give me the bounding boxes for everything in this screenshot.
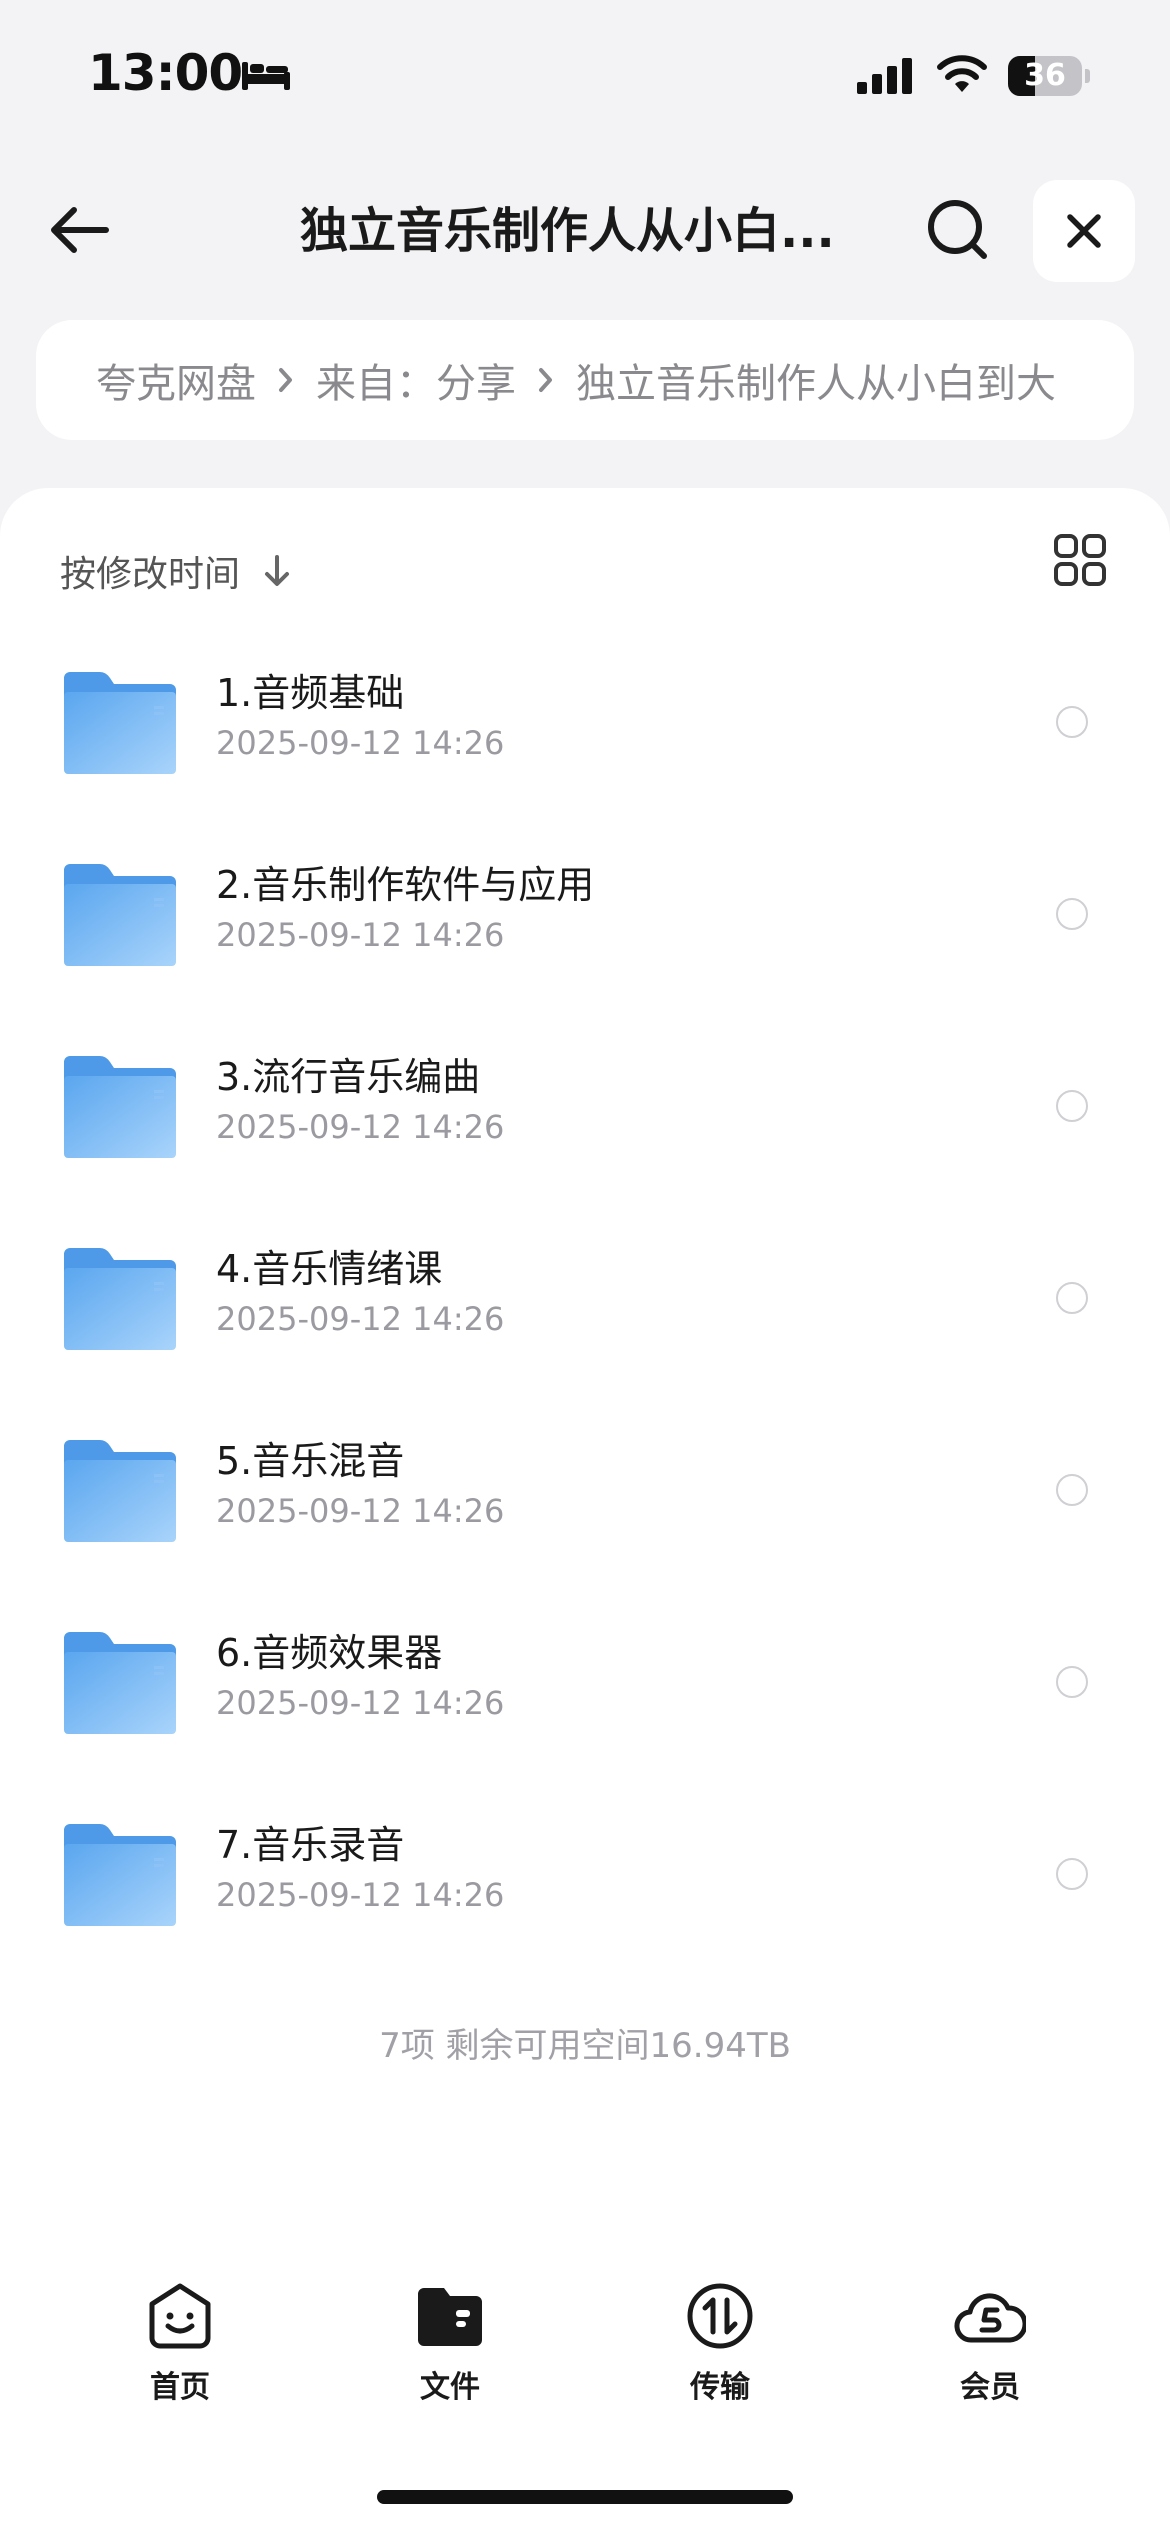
battery-level: 36 bbox=[1024, 58, 1066, 93]
folder-row[interactable]: 3.流行音乐编曲 2025-09-12 14:26 bbox=[0, 1022, 1170, 1214]
tab-files[interactable]: 文件 bbox=[350, 2280, 550, 2410]
folder-tab-icon bbox=[418, 2288, 482, 2346]
breadcrumb: 夸克网盘 来自：分享 独立音乐制作人从小白到大 bbox=[36, 320, 1134, 440]
transfer-icon bbox=[687, 2283, 753, 2349]
wifi-icon bbox=[937, 55, 987, 92]
file-list: 1.音频基础 2025-09-12 14:26 2.音乐制作软件与应用 2025-09… bbox=[0, 638, 1170, 1982]
folder-row[interactable]: 7.音乐录音 2025-09-12 14:26 bbox=[0, 1790, 1170, 1982]
folder-date: 2025-09-12 14:26 bbox=[216, 916, 505, 954]
tab-home[interactable]: 首页 bbox=[80, 2280, 280, 2410]
folder-icon bbox=[64, 1824, 176, 1926]
battery-icon: 36 bbox=[1008, 56, 1090, 96]
folder-row[interactable]: 5.音乐混音 2025-09-12 14:26 bbox=[0, 1406, 1170, 1598]
chevron-right-icon bbox=[279, 368, 292, 392]
search-button[interactable] bbox=[918, 190, 998, 270]
folder-date: 2025-09-12 14:26 bbox=[216, 1876, 505, 1914]
grid-view-button[interactable] bbox=[1052, 532, 1108, 588]
select-checkbox[interactable] bbox=[1056, 1090, 1088, 1122]
select-checkbox[interactable] bbox=[1056, 1858, 1088, 1890]
arrow-left-icon bbox=[51, 207, 109, 253]
folder-icon bbox=[64, 1056, 176, 1158]
breadcrumb-item-root[interactable]: 夸克网盘 bbox=[96, 351, 256, 409]
tab-member-label: 会员 bbox=[960, 2370, 1020, 2405]
tab-member[interactable]: 会员 bbox=[890, 2280, 1090, 2410]
folder-row[interactable]: 4.音乐情绪课 2025-09-12 14:26 bbox=[0, 1214, 1170, 1406]
folder-row[interactable]: 1.音频基础 2025-09-12 14:26 bbox=[0, 638, 1170, 830]
home-face-icon bbox=[149, 2283, 211, 2349]
tab-files-label: 文件 bbox=[420, 2370, 480, 2405]
folder-name: 1.音频基础 bbox=[216, 671, 405, 715]
tab-bar: 首页 文件 传输 会员 bbox=[0, 2280, 1170, 2410]
folder-row[interactable]: 6.音频效果器 2025-09-12 14:26 bbox=[0, 1598, 1170, 1790]
breadcrumb-item-current: 独立音乐制作人从小白到大 bbox=[576, 361, 1056, 407]
select-checkbox[interactable] bbox=[1056, 706, 1088, 738]
folder-row[interactable]: 2.音乐制作软件与应用 2025-09-12 14:26 bbox=[0, 830, 1170, 1022]
cloud-member-icon bbox=[954, 2293, 1026, 2343]
folder-name: 7.音乐录音 bbox=[216, 1823, 405, 1867]
breadcrumb-item-share[interactable]: 来自：分享 bbox=[316, 351, 516, 409]
storage-summary: 7项 剩余可用空间16.94TB bbox=[379, 2026, 791, 2066]
chevron-right-icon bbox=[539, 368, 552, 392]
folder-icon bbox=[64, 1248, 176, 1350]
folder-name: 5.音乐混音 bbox=[216, 1439, 405, 1483]
folder-icon bbox=[64, 1632, 176, 1734]
bed-icon bbox=[242, 62, 290, 90]
folder-name: 2.音乐制作软件与应用 bbox=[216, 863, 595, 907]
signal-icon bbox=[857, 58, 912, 94]
folder-name: 6.音频效果器 bbox=[216, 1631, 443, 1675]
select-checkbox[interactable] bbox=[1056, 1666, 1088, 1698]
home-indicator[interactable] bbox=[377, 2490, 793, 2504]
close-button[interactable] bbox=[1033, 180, 1135, 282]
search-icon bbox=[928, 200, 987, 259]
folder-icon bbox=[64, 864, 176, 966]
select-checkbox[interactable] bbox=[1056, 898, 1088, 930]
folder-icon bbox=[64, 1440, 176, 1542]
folder-icon bbox=[64, 672, 176, 774]
tab-home-label: 首页 bbox=[150, 2370, 210, 2405]
folder-name: 3.流行音乐编曲 bbox=[216, 1055, 481, 1099]
sort-label: 按修改时间 bbox=[60, 554, 241, 595]
folder-date: 2025-09-12 14:26 bbox=[216, 1492, 505, 1530]
file-list-panel: 按修改时间 1.音频基础 2025-09-12 14:26 2.音乐制作软件与应用 2… bbox=[0, 488, 1170, 2532]
sort-button[interactable]: 按修改时间 bbox=[60, 546, 292, 596]
arrow-down-icon bbox=[265, 555, 290, 586]
folder-date: 2025-09-12 14:26 bbox=[216, 1684, 505, 1722]
folder-name: 4.音乐情绪课 bbox=[216, 1247, 443, 1291]
select-checkbox[interactable] bbox=[1056, 1474, 1088, 1506]
folder-date: 2025-09-12 14:26 bbox=[216, 1108, 505, 1146]
status-time: 13:00 bbox=[88, 44, 243, 102]
folder-date: 2025-09-12 14:26 bbox=[216, 1300, 505, 1338]
grid-view-icon bbox=[1054, 534, 1106, 586]
back-button[interactable] bbox=[40, 190, 120, 270]
select-checkbox[interactable] bbox=[1056, 1282, 1088, 1314]
tab-transfer[interactable]: 传输 bbox=[620, 2280, 820, 2410]
page-title: 独立音乐制作人从小白... bbox=[300, 203, 835, 259]
folder-date: 2025-09-12 14:26 bbox=[216, 724, 505, 762]
status-bar: 13:00 36 bbox=[0, 0, 1170, 150]
tab-transfer-label: 传输 bbox=[690, 2370, 750, 2405]
close-icon bbox=[1067, 214, 1101, 248]
